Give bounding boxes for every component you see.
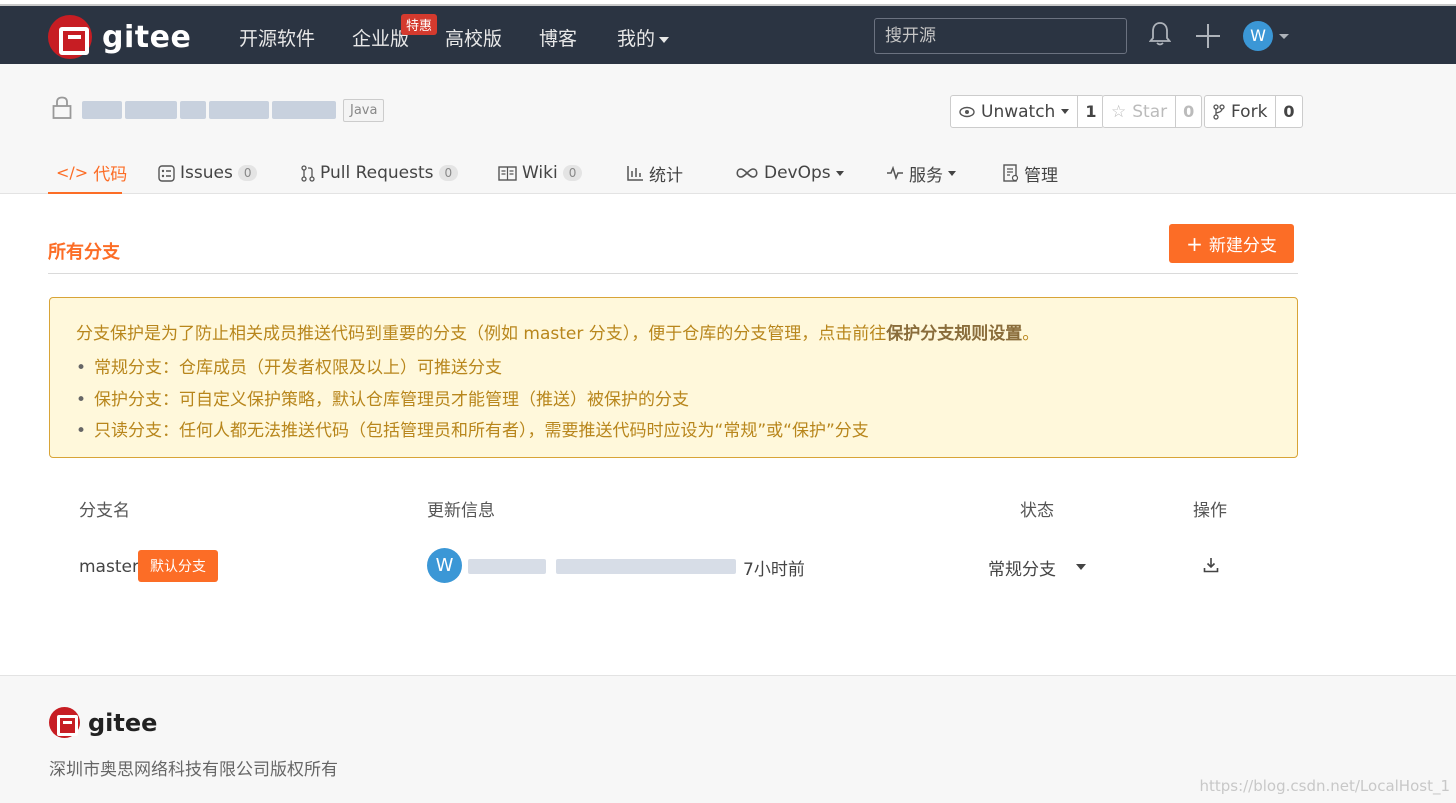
manage-icon [1003,164,1019,182]
top-navbar: gitee 开源软件 企业版 特惠 高校版 博客 我的 W [0,4,1456,64]
divider [48,273,1298,274]
gitee-logo[interactable]: gitee [48,15,191,59]
notice-intro-end: 。 [1022,324,1040,344]
new-branch-button[interactable]: + 新建分支 [1169,224,1294,263]
redacted-commit-message[interactable] [556,559,736,574]
notice-item-protected: 保护分支：可自定义保护策略，默认仓库管理员才能管理（推送）被保护的分支 [76,388,869,420]
pull-requests-count: 0 [438,165,459,181]
plus-icon: + [1186,231,1203,256]
watermark: https://blog.csdn.net/LocalHost_1 [1199,777,1450,795]
repo-header: Java Unwatch 1 ☆ Star 0 Fork 0 </> 代码 Issu… [0,64,1456,194]
protection-settings-link[interactable]: 保护分支规则设置 [886,324,1022,344]
fork-label: Fork [1231,101,1268,122]
redacted-committer [468,559,546,574]
notification-bell-icon[interactable] [1149,21,1171,47]
tab-wiki-label: Wiki [522,163,558,183]
star-button[interactable]: ☆ Star 0 [1102,95,1203,128]
tab-stats[interactable]: 统计 [627,152,683,194]
tab-pull-requests-label: Pull Requests [320,163,434,183]
tab-issues-label: Issues [180,163,233,183]
notice-intro-text: 分支保护是为了防止相关成员推送代码到重要的分支（例如 master 分支），便于… [76,324,887,344]
language-tag: Java [343,99,385,122]
tab-manage[interactable]: 管理 [1003,152,1058,194]
notice-item-regular: 常规分支：仓库成员（开发者权限及以上）可推送分支 [76,356,869,388]
branch-protection-notice: 分支保护是为了防止相关成员推送代码到重要的分支（例如 master 分支），便于… [49,297,1298,458]
tab-devops[interactable]: DevOps [735,152,844,194]
column-header-actions: 操作 [1193,501,1227,521]
tab-manage-label: 管理 [1024,165,1058,186]
nav-university[interactable]: 高校版 [445,24,502,51]
star-icon: ☆ [1111,101,1127,122]
footer-brand: gitee [88,708,158,737]
branch-name-link[interactable]: master [79,557,139,577]
footer-logo[interactable]: gitee [49,707,157,738]
column-header-status: 状态 [1020,501,1054,521]
star-count[interactable]: 0 [1175,96,1201,127]
chevron-down-icon [1061,109,1070,114]
tab-stats-label: 统计 [649,165,683,186]
repo-name-redacted[interactable] [82,98,338,122]
download-icon[interactable] [1203,557,1219,573]
watch-count[interactable]: 1 [1077,96,1103,127]
unwatch-label: Unwatch [981,101,1056,122]
default-branch-badge: 默认分支 [138,550,218,582]
service-icon [887,166,903,180]
fork-count[interactable]: 0 [1275,96,1301,127]
tab-pull-requests[interactable]: Pull Requests 0 [301,152,459,194]
branch-status-select[interactable]: 常规分支 [988,555,1056,580]
tab-code[interactable]: </> 代码 [48,152,127,194]
user-avatar[interactable]: W [1243,21,1273,51]
gitee-logo-icon [48,15,92,59]
updated-time: 7小时前 [743,560,805,580]
create-plus-icon[interactable] [1196,24,1220,48]
chevron-down-icon[interactable] [1076,564,1086,570]
tab-code-label: 代码 [93,164,128,185]
chevron-down-icon [835,170,844,176]
notice-item-readonly: 只读分支：任何人都无法推送代码（包括管理员和所有者），需要推送代码时应设为“常规… [76,419,869,451]
notice-list: 常规分支：仓库成员（开发者权限及以上）可推送分支 保护分支：可自定义保护策略，默… [76,356,869,451]
stats-icon [627,166,643,181]
gitee-logo-icon [49,707,80,738]
new-branch-label: 新建分支 [1208,236,1277,256]
notice-intro: 分支保护是为了防止相关成员推送代码到重要的分支（例如 master 分支），便于… [76,319,1039,344]
issues-icon [158,164,175,182]
search-input[interactable] [874,18,1127,54]
issues-count: 0 [237,165,258,181]
nav-mine[interactable]: 我的 [617,24,670,51]
fork-button[interactable]: Fork 0 [1204,95,1303,128]
eye-icon [959,106,975,117]
nav-blog[interactable]: 博客 [539,24,577,51]
wiki-icon [498,165,517,181]
column-header-update: 更新信息 [427,501,495,521]
star-label: Star [1132,101,1168,122]
chevron-down-icon [659,36,670,43]
pull-request-icon [301,164,315,182]
footer: gitee 深圳市奥思网络科技有限公司版权所有 https://blog.csd… [0,675,1456,803]
nav-open-source[interactable]: 开源软件 [239,24,315,51]
tab-service-label: 服务 [909,165,943,186]
avatar-chevron-down-icon[interactable] [1279,34,1289,39]
tab-wiki[interactable]: Wiki 0 [498,152,583,194]
chevron-down-icon [948,170,956,176]
brand-name: gitee [102,19,192,55]
promo-badge: 特惠 [401,14,438,35]
lock-icon [52,96,72,119]
code-icon: </> [56,162,89,182]
wiki-count: 0 [562,165,583,181]
tab-issues[interactable]: Issues 0 [158,152,258,194]
committer-avatar[interactable]: W [427,548,462,583]
tab-service[interactable]: 服务 [886,152,956,194]
column-header-branch: 分支名 [79,501,130,521]
nav-mine-label: 我的 [617,28,656,50]
fork-icon [1213,103,1225,120]
devops-icon [736,168,758,178]
tab-devops-label: DevOps [764,163,831,183]
copyright-text: 深圳市奥思网络科技有限公司版权所有 [49,760,338,780]
unwatch-button[interactable]: Unwatch 1 [950,95,1105,128]
page-title: 所有分支 [48,242,120,263]
